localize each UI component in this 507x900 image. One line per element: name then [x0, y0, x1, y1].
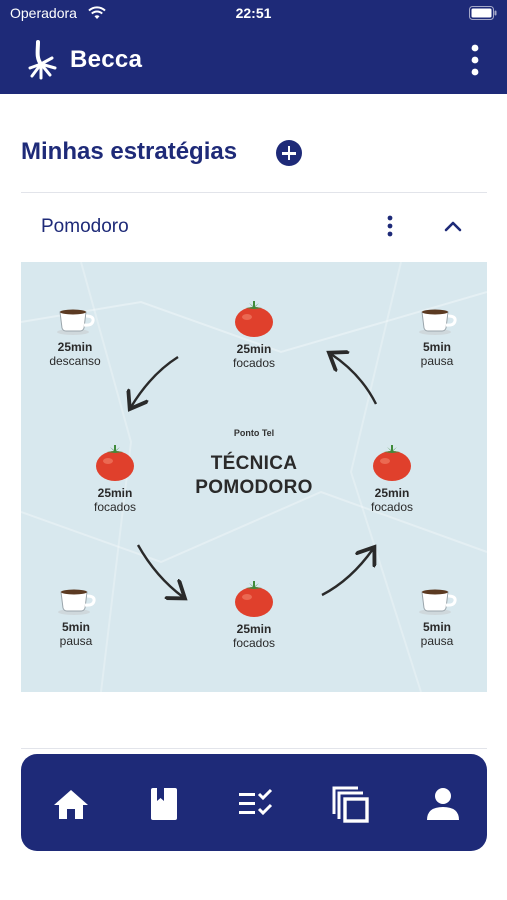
infographic-title-line1: TÉCNICA: [210, 453, 298, 474]
divider: [21, 748, 487, 749]
bottom-navigation: [21, 754, 487, 851]
step-duration: 5min: [61, 620, 90, 634]
checklist-icon[interactable]: [237, 784, 277, 824]
becca-logo-icon: [28, 40, 57, 80]
tomato-icon: [235, 581, 273, 617]
step-duration: 25min: [236, 342, 272, 356]
strategy-item[interactable]: Pomodoro: [21, 194, 487, 260]
step-activity: focados: [370, 500, 414, 514]
step-duration: 5min: [422, 620, 451, 634]
coffee-cup-icon: [57, 309, 95, 335]
add-strategy-button[interactable]: [276, 140, 302, 166]
step-activity: pausa: [59, 634, 93, 648]
brand-logo: Ponto Tel: [233, 428, 275, 438]
step-activity: pausa: [420, 354, 454, 368]
step-activity: pausa: [420, 634, 454, 648]
step-activity: descanso: [49, 354, 101, 368]
step-activity: focados: [232, 356, 276, 370]
step-focus: 25min focados: [194, 580, 314, 650]
more-options-icon[interactable]: [463, 42, 487, 78]
book-icon[interactable]: [144, 784, 184, 824]
step-rest: 25min descanso: [21, 306, 135, 368]
infographic-title-line2: POMODORO: [195, 477, 313, 498]
step-duration: 25min: [236, 622, 272, 636]
step-duration: 25min: [57, 340, 93, 354]
app-title: Becca: [70, 46, 143, 73]
tomato-icon: [96, 445, 134, 481]
profile-icon[interactable]: [423, 784, 463, 824]
coffee-cup-icon: [58, 589, 96, 615]
home-icon[interactable]: [51, 784, 91, 824]
battery-icon: [469, 6, 497, 20]
tomato-icon: [235, 301, 273, 337]
step-break: 5min pausa: [377, 306, 487, 368]
strategy-name: Pomodoro: [41, 216, 129, 237]
chevron-up-icon[interactable]: [441, 216, 465, 236]
status-bar: Operadora 22:51: [0, 0, 507, 26]
step-break: 5min pausa: [21, 586, 136, 648]
coffee-cup-icon: [419, 309, 457, 335]
app-bar: Becca: [0, 26, 507, 94]
divider: [21, 192, 487, 193]
step-focus: 25min focados: [194, 300, 314, 370]
pomodoro-infographic: 25min descanso 25min focados 5min pausa …: [21, 262, 487, 692]
coffee-cup-icon: [419, 589, 457, 615]
section-title: Minhas estratégias: [21, 138, 238, 165]
step-duration: 5min: [422, 340, 451, 354]
step-break: 5min pausa: [377, 586, 487, 648]
tomato-icon: [373, 445, 411, 481]
step-activity: focados: [232, 636, 276, 650]
copy-icon[interactable]: [330, 784, 370, 824]
clock: 22:51: [235, 5, 272, 21]
strategy-more-icon[interactable]: [381, 214, 399, 238]
infographic-title: TÉCNICA POMODORO: [154, 452, 354, 500]
step-activity: focados: [93, 500, 137, 514]
